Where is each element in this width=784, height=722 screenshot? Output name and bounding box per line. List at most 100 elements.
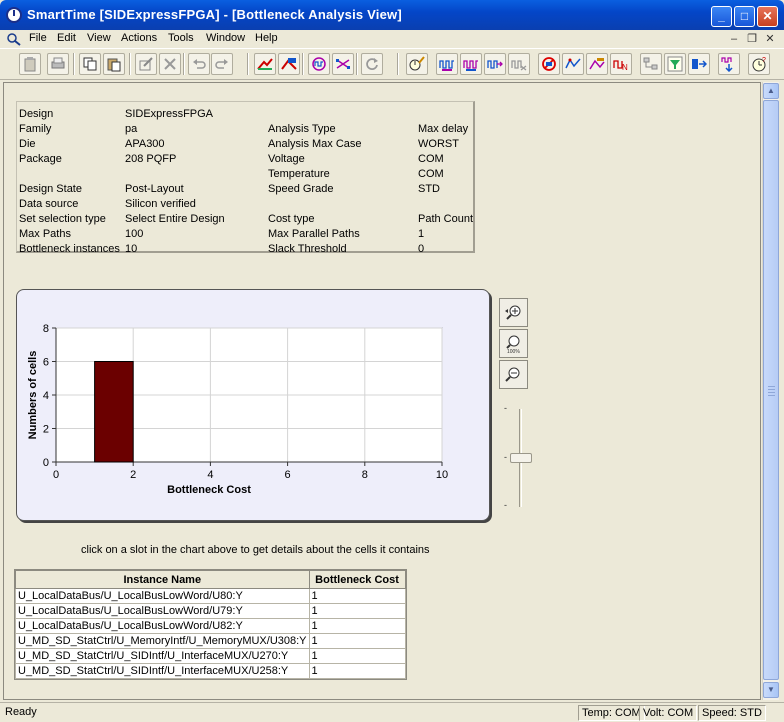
min-delay-button[interactable]: N [610,53,632,75]
bottleneck-cost-cell[interactable]: 1 [308,663,406,679]
bottleneck-cost-cell[interactable]: 1 [308,603,406,619]
filter-button[interactable] [664,53,686,75]
max-delay-button[interactable] [586,53,608,75]
input-delay-icon [487,60,503,69]
menu-window[interactable]: Window [206,32,245,44]
table-row[interactable]: U_MD_SD_StatCtrl/U_SIDIntf/U_InterfaceMU… [15,648,406,664]
menu-edit[interactable]: Edit [57,32,76,44]
zoom-out-button[interactable] [499,360,528,389]
minimize-button[interactable]: _ [711,6,732,27]
menu-file[interactable]: File [29,32,47,44]
scroll-down-button[interactable]: ▼ [763,682,779,698]
commit-button[interactable] [718,53,740,75]
input-delay-button[interactable] [484,53,506,75]
bottleneck-cost-cell[interactable]: 1 [308,648,406,664]
clipboard-icon [24,57,36,72]
toolbar-separator [129,53,131,75]
status-volt: Volt: COM [639,705,698,721]
false-path-icon [542,57,556,71]
y-tick-label: 0 [43,457,49,469]
scroll-thumb[interactable] [763,100,779,680]
multicycle-button[interactable] [562,53,584,75]
paste-clipboard-button[interactable] [19,53,41,75]
info-value: APA300 [125,138,165,150]
zoom-in-button[interactable] [499,298,528,327]
refresh-icon [366,58,378,70]
clock-constraint-button[interactable] [436,53,458,75]
clock-domain-icon [312,57,326,71]
info-value: Max delay [418,123,469,135]
bottleneck-cost-cell[interactable]: 1 [308,633,406,649]
chart-bar[interactable] [94,361,134,463]
table-row[interactable]: U_MD_SD_StatCtrl/U_SIDIntf/U_InterfaceMU… [15,663,406,679]
toolbar-separator [73,53,75,75]
output-delay-button[interactable] [508,53,530,75]
child-close-button[interactable]: ✕ [762,32,778,46]
edit-properties-button[interactable] [135,53,157,75]
status-bar: Ready Temp: COM Volt: COM Speed: STD [0,702,784,722]
bottleneck-chart-panel[interactable]: 0 2 4 6 8 10 0 2 4 6 8 Bottleneck Cost Numbers of ce… [16,289,490,521]
info-value: 10 [125,243,138,255]
child-minimize-button[interactable]: – [726,32,742,46]
bottleneck-cost-cell[interactable]: 1 [308,618,406,634]
zoom-100-button[interactable]: 100% [499,329,528,358]
undo-button[interactable] [188,53,210,75]
table-row[interactable]: U_LocalDataBus/U_LocalBusLowWord/U82:Y 1 [15,618,406,634]
table-row[interactable]: U_LocalDataBus/U_LocalBusLowWord/U79:Y 1 [15,603,406,619]
bottleneck-histogram[interactable]: 0 2 4 6 8 10 0 2 4 6 8 Bottleneck Cost Numbers of ce… [17,290,491,522]
printer-icon [51,57,65,69]
help-context-button[interactable]: ? [748,53,770,75]
hierarchy-button[interactable] [640,53,662,75]
table-row[interactable]: U_MD_SD_StatCtrl/U_MemoryIntf/U_MemoryMU… [15,633,406,649]
false-path-button[interactable] [538,53,560,75]
copy-button[interactable] [79,53,101,75]
info-label: Package [19,153,62,165]
document-search-icon[interactable] [6,32,22,46]
column-header-instance-name[interactable]: Instance Name [15,570,310,589]
print-button[interactable] [47,53,69,75]
constraint-wizard-button[interactable] [406,53,428,75]
menu-help[interactable]: Help [255,32,278,44]
instance-name-cell[interactable]: U_LocalDataBus/U_LocalBusLowWord/U79:Y [15,603,310,619]
y-tick-label: 4 [43,390,49,402]
bottleneck-cost-cell[interactable]: 1 [308,588,406,604]
instance-name-cell[interactable]: U_LocalDataBus/U_LocalBusLowWord/U82:Y [15,618,310,634]
instance-name-cell[interactable]: U_MD_SD_StatCtrl/U_SIDIntf/U_InterfaceMU… [15,648,310,664]
y-tick-label: 2 [43,424,49,436]
zoom-slider-thumb[interactable] [510,453,532,463]
instance-name-cell[interactable]: U_LocalDataBus/U_LocalBusLowWord/U80:Y [15,588,310,604]
instance-table[interactable]: Instance Name Bottleneck Cost U_LocalDat… [14,569,407,680]
redo-button[interactable] [211,53,233,75]
instance-name-cell[interactable]: U_MD_SD_StatCtrl/U_MemoryIntf/U_MemoryMU… [15,633,310,649]
refresh-button[interactable] [361,53,383,75]
generated-clock-button[interactable] [460,53,482,75]
crosstalk-button[interactable] [332,53,354,75]
table-row[interactable]: U_LocalDataBus/U_LocalBusLowWord/U80:Y 1 [15,588,406,604]
info-label: Speed Grade [268,183,334,195]
svg-text:100%: 100% [507,349,520,354]
expand-path-button[interactable] [278,53,300,75]
clock-domain-button[interactable] [308,53,330,75]
menu-view[interactable]: View [87,32,111,44]
smarttime-app-icon[interactable] [6,7,22,23]
vertical-scrollbar[interactable]: ▲ ▼ [762,82,779,700]
maximize-button[interactable]: □ [734,6,755,27]
paste-button[interactable] [103,53,125,75]
info-value: Select Entire Design [125,213,225,225]
instance-name-cell[interactable]: U_MD_SD_StatCtrl/U_SIDIntf/U_InterfaceMU… [15,663,310,679]
info-label: Max Parallel Paths [268,228,360,240]
column-header-bottleneck-cost[interactable]: Bottleneck Cost [308,570,406,589]
undo-icon [193,59,206,69]
menu-tools[interactable]: Tools [168,32,194,44]
paste-icon [107,58,121,72]
timing-path-icon [257,58,273,70]
cross-probe-button[interactable] [688,53,710,75]
timing-analysis-button[interactable] [254,53,276,75]
delete-button[interactable] [159,53,181,75]
child-restore-button[interactable]: ❐ [744,32,760,46]
close-button[interactable]: ✕ [757,6,778,27]
info-label: Data source [19,198,79,210]
menu-actions[interactable]: Actions [121,32,157,44]
scroll-up-button[interactable]: ▲ [763,83,779,99]
filter-icon [667,56,683,72]
